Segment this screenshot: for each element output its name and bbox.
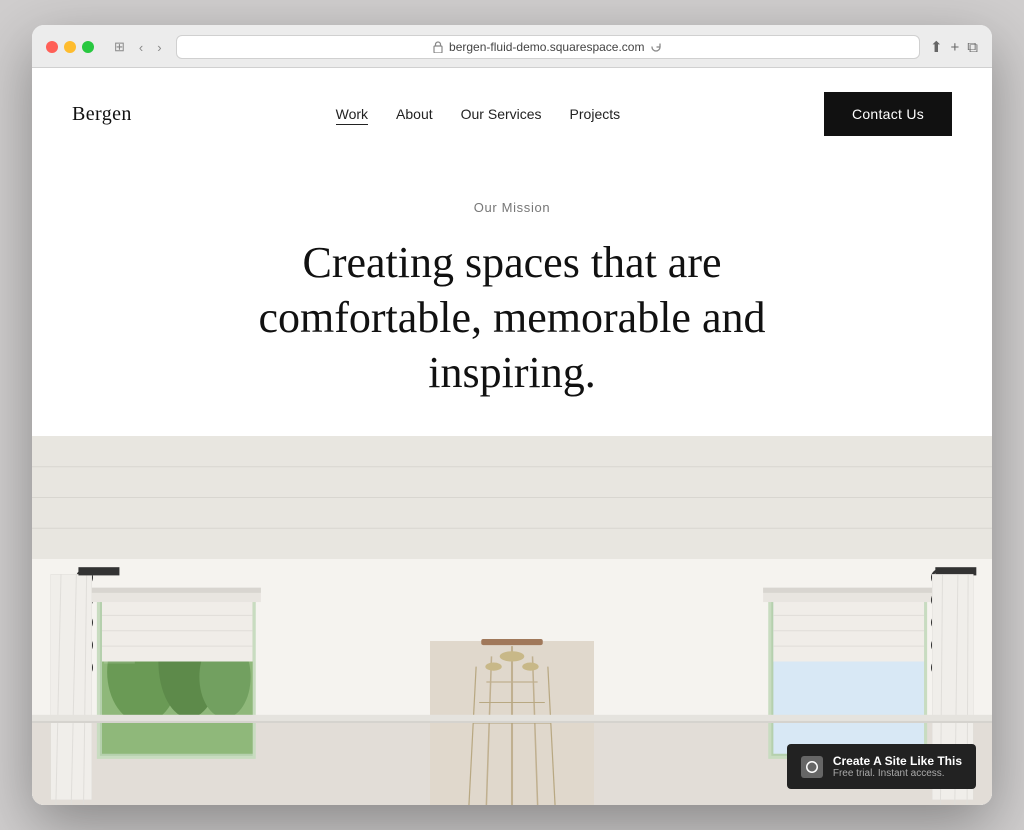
share-icon[interactable]: ⬆ [930,38,943,56]
browser-controls: ⊞ ‹ › [110,37,166,57]
url-text: bergen-fluid-demo.squarespace.com [449,40,644,54]
new-tab-icon[interactable]: + [951,39,960,56]
nav-link-about[interactable]: About [396,106,433,122]
squarespace-badge[interactable]: Create A Site Like This Free trial. Inst… [787,744,976,789]
squarespace-badge-text: Create A Site Like This Free trial. Inst… [833,754,962,779]
hero-title: Creating spaces that are comfortable, me… [252,235,772,400]
hero-subtitle: Our Mission [72,200,952,215]
nav-link-services[interactable]: Our Services [461,106,542,122]
hero-section: Our Mission Creating spaces that are com… [32,160,992,436]
forward-button[interactable]: › [153,38,165,57]
traffic-lights [46,41,94,53]
close-button[interactable] [46,41,58,53]
browser-actions: ⬆ + ⧉ [930,38,978,56]
lock-icon [433,41,443,53]
badge-title: Create A Site Like This [833,754,962,768]
tabs-icon[interactable]: ⧉ [967,39,978,56]
navigation: Bergen Work About Our Services Projects … [32,68,992,160]
browser-window: ⊞ ‹ › bergen-fluid-demo.squarespace.com … [32,25,992,805]
reload-icon[interactable] [650,41,662,53]
browser-chrome: ⊞ ‹ › bergen-fluid-demo.squarespace.com … [32,25,992,68]
hero-image: Create A Site Like This Free trial. Inst… [32,436,992,805]
site-logo[interactable]: Bergen [72,103,132,126]
website-content: Bergen Work About Our Services Projects … [32,68,992,805]
nav-link-work[interactable]: Work [336,106,368,122]
back-button[interactable]: ‹ [135,38,147,57]
minimize-button[interactable] [64,41,76,53]
squarespace-logo-icon [801,756,823,778]
sidebar-toggle-icon[interactable]: ⊞ [110,37,129,57]
nav-links: Work About Our Services Projects [336,106,621,122]
badge-subtitle: Free trial. Instant access. [833,768,962,779]
address-bar[interactable]: bergen-fluid-demo.squarespace.com [176,35,920,59]
nav-link-projects[interactable]: Projects [570,106,621,122]
maximize-button[interactable] [82,41,94,53]
contact-us-button[interactable]: Contact Us [824,92,952,136]
